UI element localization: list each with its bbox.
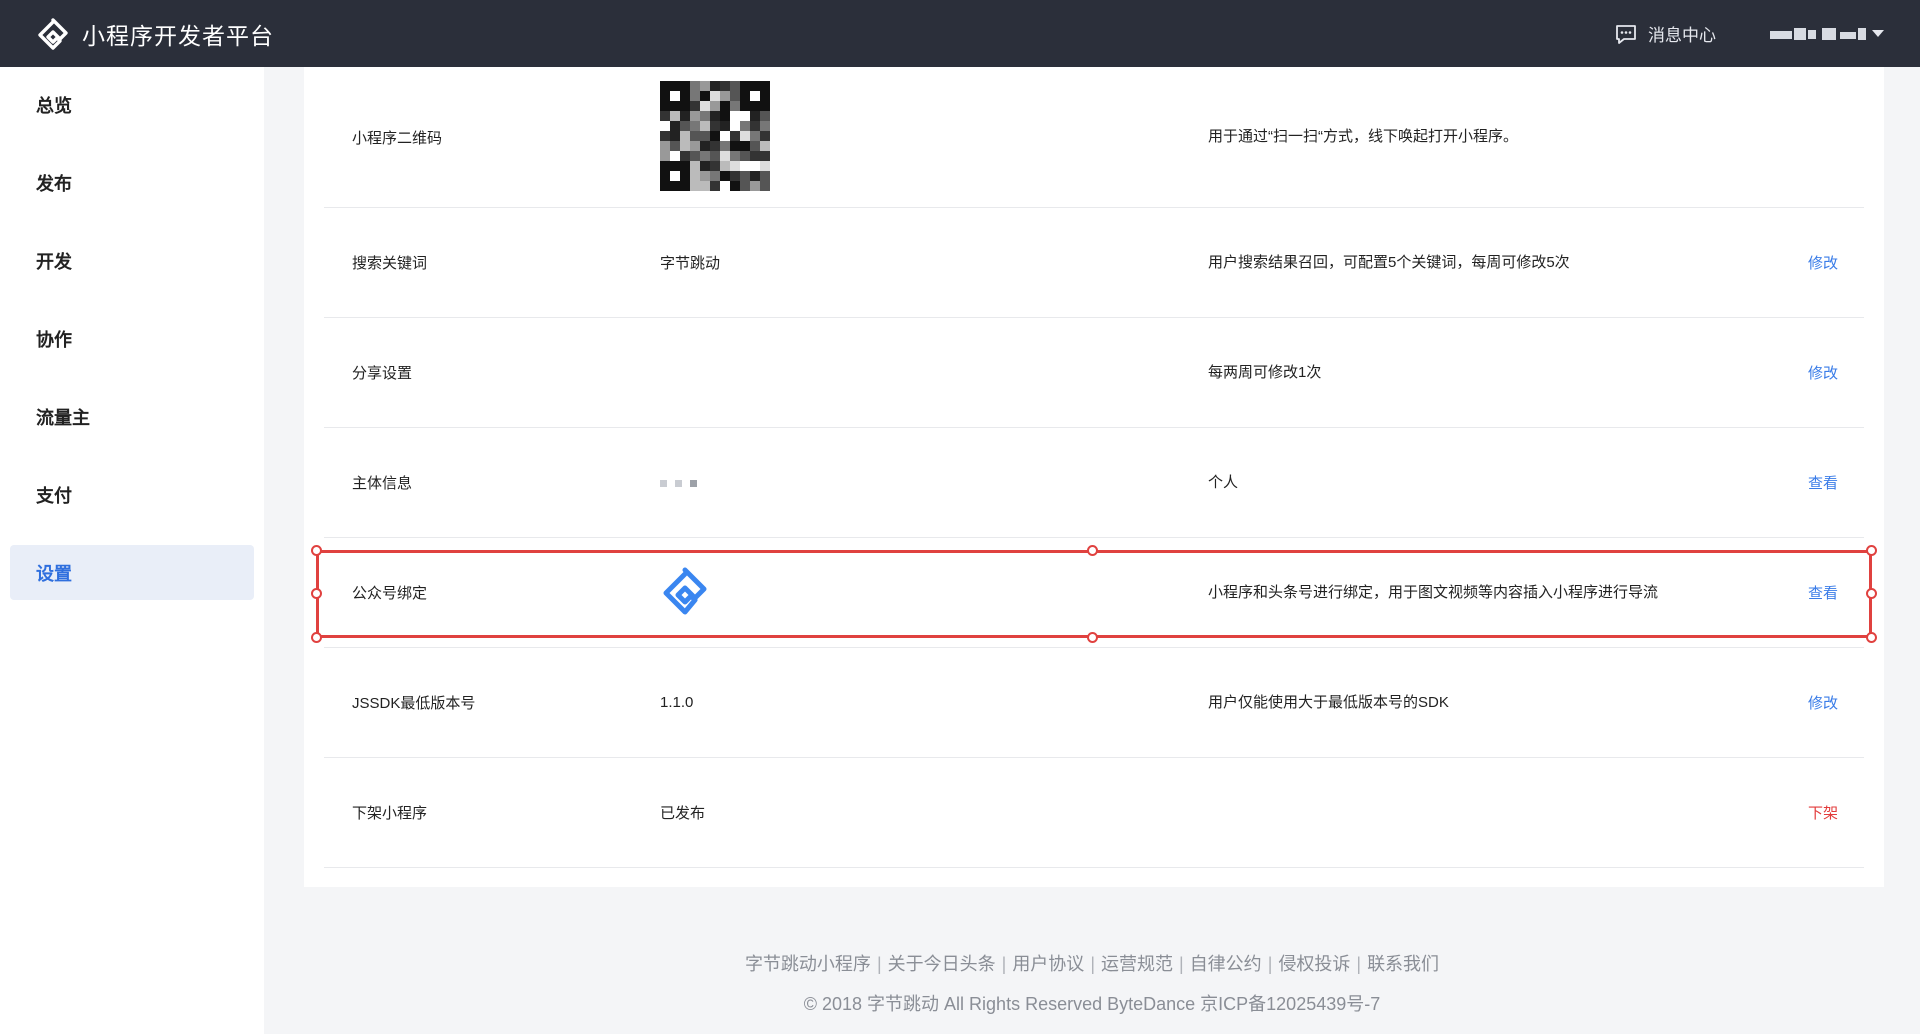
row-description: 每两周可修改1次 [1208,363,1322,381]
footer-link[interactable]: 字节跳动小程序 [745,954,871,974]
sidebar-item-settings[interactable]: 设置 [10,545,254,600]
message-icon [1616,24,1636,44]
row-description: 个人 [1208,473,1239,491]
row-description: 用于通过“扫一扫“方式，线下唤起打开小程序。 [1208,128,1518,145]
sidebar-item-label: 支付 [36,485,72,506]
qr-code-image [660,81,770,191]
view-binding-link[interactable]: 查看 [1808,582,1838,603]
settings-row-share: 分享设置 每两周可修改1次 修改 [324,318,1864,428]
sidebar-item-label: 协作 [36,329,72,350]
edit-jssdk-link[interactable]: 修改 [1808,692,1838,713]
footer-link[interactable]: 自律公约 [1190,954,1262,974]
sidebar-item-develop[interactable]: 开发 [10,233,254,288]
sidebar-item-label: 开发 [36,251,72,272]
settings-card: 小程序二维码 用于通过“扫一扫“方式，线下唤起打开小程序。 搜索关键词 字节跳动… [304,67,1884,887]
settings-row-keywords: 搜索关键词 字节跳动 用户搜索结果召回，可配置5个关键词，每周可修改5次 修改 [324,208,1864,318]
footer-link[interactable]: 联系我们 [1367,954,1439,974]
settings-row-jssdk: JSSDK最低版本号 1.1.0 用户仅能使用大于最低版本号的SDK 修改 [324,648,1864,758]
footer-link[interactable]: 侵权投诉 [1278,954,1350,974]
sidebar-item-payment[interactable]: 支付 [10,467,254,522]
footer-links: 字节跳动小程序 | 关于今日头条 | 用户协议 | 运营规范 | 自律公约 | 侵权投诉 | 联系我们 [744,954,1440,974]
copyright: © 2018 字节跳动 All Rights Reserved ByteDanc… [803,994,1381,1014]
brand[interactable]: 小程序开发者平台 [36,17,274,51]
row-label: 小程序二维码 [352,129,443,147]
row-label: 分享设置 [352,365,413,382]
row-label: JSSDK最低版本号 [352,695,476,712]
settings-row-unpublish: 下架小程序 已发布 下架 [324,758,1864,868]
user-menu[interactable] [1770,27,1884,40]
avatar-blurred [1770,27,1866,40]
app-title: 小程序开发者平台 [82,22,274,49]
sidebar-item-label: 设置 [36,563,72,584]
chevron-down-icon [1872,30,1884,37]
row-label: 公众号绑定 [352,585,428,602]
sidebar-item-label: 发布 [36,173,72,194]
sidebar-item-label: 总览 [36,95,72,116]
settings-row-entity: 主体信息 个人 查看 [324,428,1864,538]
edit-keywords-link[interactable]: 修改 [1808,252,1838,273]
settings-row-account-binding: 公众号绑定 小程序和头条号进行绑定，用于图文视频等内容插入小程序进行导流 查看 [324,538,1864,648]
toutiao-link-icon [663,567,707,614]
message-center-button[interactable]: 消息中心 [1614,21,1716,46]
row-description: 小程序和头条号进行绑定，用于图文视频等内容插入小程序进行导流 [1208,583,1659,601]
row-value: 字节跳动 [660,255,721,272]
sidebar-item-publish[interactable]: 发布 [10,155,254,210]
sidebar-item-label: 流量主 [36,407,90,428]
entity-value-masked [660,478,697,487]
row-label: 搜索关键词 [352,255,428,272]
unpublish-link[interactable]: 下架 [1808,802,1838,823]
footer-link[interactable]: 关于今日头条 [888,954,996,974]
message-center-label: 消息中心 [1648,26,1716,45]
sidebar: 总览 发布 开发 协作 流量主 支付 设置 [0,67,264,1034]
row-label: 主体信息 [352,475,413,492]
bound-account-icon [660,566,710,620]
sidebar-item-collaborate[interactable]: 协作 [10,311,254,366]
row-label: 下架小程序 [352,805,428,822]
footer-link[interactable]: 运营规范 [1101,954,1173,974]
row-value: 1.1.0 [660,694,694,711]
settings-row-qrcode: 小程序二维码 用于通过“扫一扫“方式，线下唤起打开小程序。 [324,67,1864,208]
view-entity-link[interactable]: 查看 [1808,472,1838,493]
top-right: 消息中心 [1614,0,1920,67]
footer-link[interactable]: 用户协议 [1012,954,1084,974]
footer: 字节跳动小程序 | 关于今日头条 | 用户协议 | 运营规范 | 自律公约 | 侵权投诉 | 联系我们 … [264,950,1920,1016]
edit-share-link[interactable]: 修改 [1808,362,1838,383]
top-bar: 小程序开发者平台 消息中心 [0,0,1920,67]
sidebar-item-traffic[interactable]: 流量主 [10,389,254,444]
bytedance-miniapp-logo-icon [38,17,68,50]
row-value: 已发布 [660,805,706,822]
row-description: 用户仅能使用大于最低版本号的SDK [1208,693,1449,711]
row-description: 用户搜索结果召回，可配置5个关键词，每周可修改5次 [1208,253,1570,271]
sidebar-item-overview[interactable]: 总览 [10,77,254,132]
